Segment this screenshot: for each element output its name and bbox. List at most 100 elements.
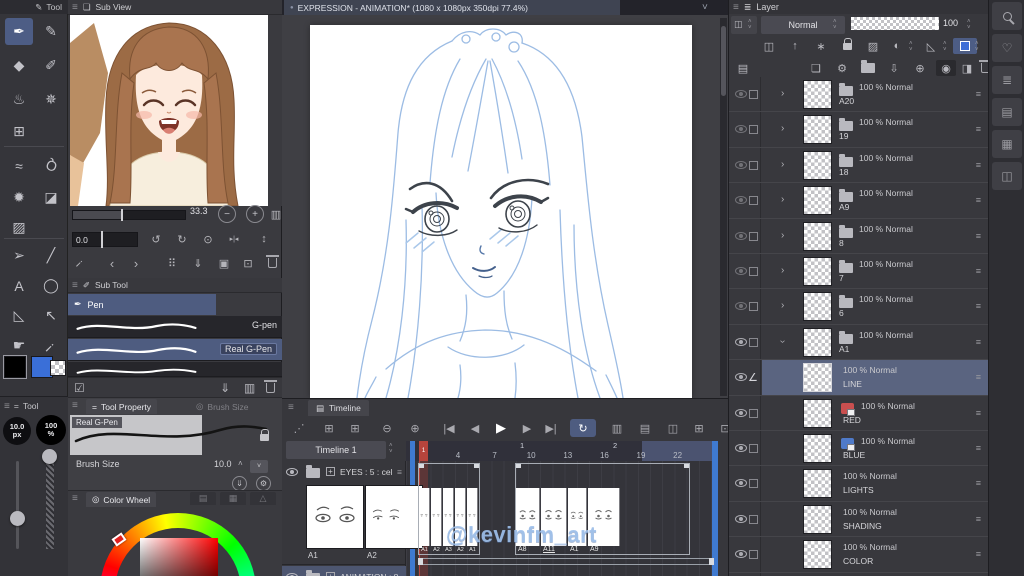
layer-thumbnail[interactable]: [803, 327, 832, 357]
layer-row-LIGHTS[interactable]: 100 % Normal LIGHTS ≡: [729, 466, 988, 502]
track-menu-icon[interactable]: ≡: [397, 467, 402, 477]
layer-menu-icon[interactable]: ≡: [976, 89, 981, 99]
tab-approx-color[interactable]: △: [250, 492, 276, 505]
subview-reference-image[interactable]: [70, 15, 268, 207]
menu-icon[interactable]: ≡: [72, 494, 78, 504]
layer-row-19[interactable]: › 100 % Normal 19 ≡: [729, 112, 988, 148]
apply-mask-button[interactable]: ◨: [957, 60, 977, 76]
tool-pencil-button[interactable]: ✎: [37, 18, 65, 45]
clip-icon[interactable]: ◫: [759, 38, 779, 54]
layer-thumbnail[interactable]: [803, 434, 832, 463]
expand-arrow-icon[interactable]: ›: [777, 340, 788, 343]
subview-rotation-slider[interactable]: 0.0: [72, 231, 138, 248]
layer-row-18[interactable]: › 100 % Normal 18 ≡: [729, 148, 988, 184]
layer-checkbox[interactable]: [749, 550, 758, 560]
layer-row-A9[interactable]: › 100 % Normal A9 ≡: [729, 183, 988, 219]
tool-object-button[interactable]: ➢: [5, 242, 33, 269]
playhead[interactable]: 1: [419, 441, 428, 461]
layer-menu-icon[interactable]: ≡: [976, 266, 981, 276]
layer-thumbnail[interactable]: [803, 257, 832, 286]
tool-liquify-button[interactable]: ≈: [5, 152, 33, 179]
menu-icon[interactable]: ≡: [288, 403, 294, 413]
layer-menu-icon[interactable]: ≡: [976, 372, 981, 382]
expand-arrow-icon[interactable]: ›: [781, 230, 784, 241]
import-image-icon[interactable]: ⇓: [188, 254, 208, 272]
layer-thumbnail[interactable]: [803, 398, 832, 428]
layer-color-icon[interactable]: [953, 38, 977, 54]
mask-sm-icon[interactable]: ◐: [887, 38, 907, 54]
register-initial-settings-button[interactable]: ⇓: [232, 476, 247, 491]
tool-fill-button[interactable]: ◪: [37, 184, 65, 211]
panel-button-cube[interactable]: ◫: [992, 162, 1022, 190]
lock-icon[interactable]: [260, 429, 269, 441]
layer-checkbox[interactable]: [749, 337, 758, 347]
layer-menu-icon[interactable]: ≡: [976, 549, 981, 559]
film_c-icon[interactable]: ◫: [662, 419, 684, 437]
layer-checkbox[interactable]: [749, 302, 758, 312]
tool-balloon-button[interactable]: ◯: [37, 272, 65, 299]
pin-icon[interactable]: ∗: [811, 38, 831, 54]
layer-row-COLOR[interactable]: 100 % Normal COLOR ≡: [729, 537, 988, 573]
layer-menu-icon[interactable]: ≡: [976, 195, 981, 205]
loop-play-button[interactable]: ↻: [570, 419, 596, 437]
layer-menu-icon[interactable]: ≡: [976, 478, 981, 488]
film_d-icon[interactable]: ⊞: [318, 419, 340, 437]
expand-arrow-icon[interactable]: ›: [781, 123, 784, 134]
gear-button[interactable]: ⚙: [832, 60, 852, 76]
layer-menu-icon[interactable]: ≡: [976, 337, 981, 347]
next-image-icon[interactable]: ›: [126, 254, 146, 272]
main-color-swatch[interactable]: [3, 355, 27, 379]
eyedropper-icon[interactable]: ¡: [74, 257, 85, 268]
tool-mesh-button[interactable]: ⊞: [5, 118, 33, 145]
layer-menu-icon[interactable]: ≡: [976, 160, 981, 170]
timeline-selector-stepper[interactable]: ˄ ˅: [389, 443, 393, 455]
timeline-ruler[interactable]: 4 7 10 13 16 19 22 1 2: [406, 441, 718, 461]
layer-visibility-eye-icon[interactable]: [735, 160, 747, 169]
tool-magic_wand-button[interactable]: ✹: [5, 184, 33, 211]
palette-color-selector[interactable]: ◫ ˄ ˅: [731, 16, 757, 34]
layer-row-partial[interactable]: 100 % Normal≡: [729, 573, 988, 576]
expand-arrow-icon[interactable]: ›: [781, 194, 784, 205]
layer-row-A1[interactable]: › 100 % Normal A1 ≡: [729, 325, 988, 361]
ref-icon[interactable]: ↑: [785, 38, 805, 54]
tool-text-button[interactable]: A: [5, 272, 33, 299]
subtool-item-partial[interactable]: [68, 362, 282, 377]
film_a-icon[interactable]: ▥: [606, 419, 628, 437]
layer-visibility-eye-icon[interactable]: [735, 125, 747, 134]
layer-checkbox[interactable]: [749, 196, 758, 206]
brush-size-badge[interactable]: 10.0 px: [3, 417, 31, 445]
layer-thumbnail[interactable]: [803, 186, 832, 216]
subtool-item-real-gpen[interactable]: Real G-Pen: [68, 339, 282, 361]
brush-size-slider[interactable]: [16, 461, 19, 549]
frame_prev-icon[interactable]: ◀: [464, 419, 486, 437]
tool-line-button[interactable]: ╱: [37, 242, 65, 269]
expand-arrow-icon[interactable]: ›: [781, 88, 784, 99]
panel-button-heart[interactable]: ♡: [992, 34, 1022, 62]
reset-rotation-icon[interactable]: ⊙: [198, 230, 218, 248]
menu-icon[interactable]: ≡: [72, 401, 78, 411]
tool-hand-button[interactable]: ☛: [5, 332, 33, 359]
tab-timeline[interactable]: ▤ Timeline: [308, 400, 369, 416]
quick-panel-tab[interactable]: Tool: [23, 401, 39, 411]
alpha-lock-icon[interactable]: ▨: [863, 38, 883, 54]
zoom_out-icon[interactable]: ⊖: [376, 419, 398, 437]
subview-zoom-in-button[interactable]: +: [246, 205, 264, 223]
layer-menu-icon[interactable]: ≡: [976, 408, 981, 418]
film_d-icon[interactable]: ⊞: [688, 419, 710, 437]
tool-eyedropper-button[interactable]: ¡: [37, 332, 65, 359]
layer-visibility-eye-icon[interactable]: [735, 373, 747, 382]
layer-menu-icon[interactable]: ≡: [976, 514, 981, 524]
tab-chevron-down-icon[interactable]: ˅: [702, 3, 708, 13]
layer-menu-icon[interactable]: ≡: [976, 231, 981, 241]
saturation-value-square[interactable]: [140, 538, 218, 576]
layer-visibility-eye-icon[interactable]: [735, 408, 747, 417]
layer-visibility-eye-icon[interactable]: [735, 444, 747, 452]
layer-row-SHADING[interactable]: 100 % Normal SHADING ≡: [729, 502, 988, 538]
stepper-icon[interactable]: ˄ ˅: [909, 41, 913, 53]
layer-visibility-eye-icon[interactable]: [735, 514, 747, 523]
layer-thumbnail[interactable]: [803, 115, 832, 145]
tab-brush-size[interactable]: ◎ Brush Size: [190, 399, 255, 414]
tool-settings-button[interactable]: ⚙: [256, 476, 271, 491]
transparent-color-swatch[interactable]: [50, 360, 66, 376]
track-eyes-header[interactable]: + EYES : 5 : cel ≡: [282, 461, 406, 483]
